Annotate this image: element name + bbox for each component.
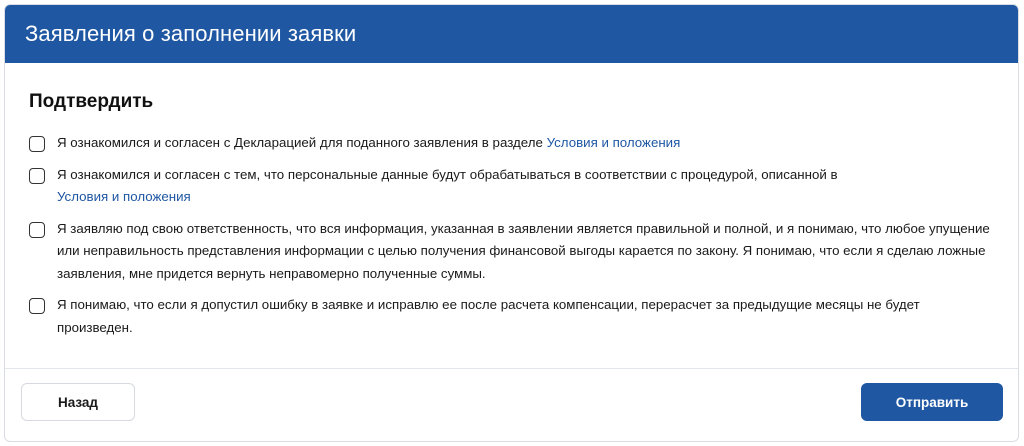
confirmation-text: Я ознакомился и согласен с Декларацией д… bbox=[57, 132, 680, 155]
back-button[interactable]: Назад bbox=[21, 383, 135, 421]
confirmation-item-responsibility: Я заявляю под свою ответственность, что … bbox=[29, 221, 994, 286]
confirmation-label: Я ознакомился и согласен с тем, что перс… bbox=[57, 166, 838, 182]
section-title: Подтвердить bbox=[29, 91, 154, 112]
declaration-checkbox[interactable] bbox=[29, 136, 45, 152]
responsibility-checkbox[interactable] bbox=[29, 221, 45, 238]
confirmation-label: Я понимаю, что если я допустил ошибку в … bbox=[57, 297, 920, 335]
personal-data-checkbox[interactable] bbox=[29, 167, 45, 184]
confirmation-text: Я ознакомился и согласен с тем, что перс… bbox=[57, 164, 838, 209]
terms-link[interactable]: Условия и положения bbox=[57, 189, 191, 204]
recalculation-checkbox[interactable] bbox=[29, 298, 45, 314]
card-header: Заявления о заполнении заявки bbox=[5, 5, 1018, 63]
application-statements-card: Заявления о заполнении заявки Подтвердит… bbox=[4, 4, 1019, 442]
confirmation-label: Я ознакомился и согласен с Декларацией д… bbox=[57, 135, 547, 150]
card-body: Подтвердить Я ознакомился и согласен с Д… bbox=[5, 63, 1018, 369]
card-footer: Назад Отправить bbox=[5, 369, 1018, 440]
submit-button[interactable]: Отправить bbox=[861, 383, 1003, 421]
confirmation-label: Я заявляю под свою ответственность, что … bbox=[57, 220, 990, 281]
confirmation-item-declaration: Я ознакомился и согласен с Декларацией д… bbox=[29, 135, 994, 155]
page-title: Заявления о заполнении заявки bbox=[25, 21, 357, 46]
confirmation-item-personal-data: Я ознакомился и согласен с тем, что перс… bbox=[29, 167, 994, 209]
terms-link[interactable]: Условия и положения bbox=[547, 135, 681, 150]
confirmation-item-recalculation: Я понимаю, что если я допустил ошибку в … bbox=[29, 297, 994, 339]
